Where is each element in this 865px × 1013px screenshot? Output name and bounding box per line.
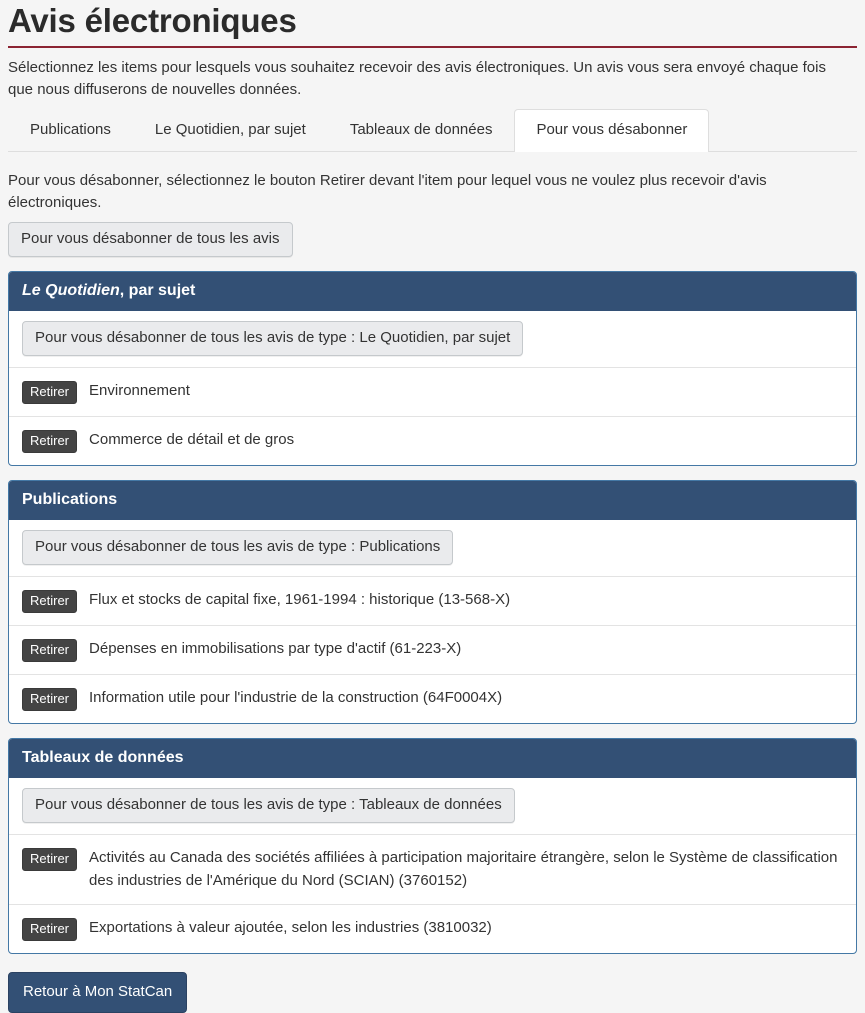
page-container: Avis électroniques Sélectionnez les item… xyxy=(0,0,865,1013)
panel-header-label: Tableaux de données xyxy=(22,749,184,766)
subscription-label: Activités au Canada des sociétés affilié… xyxy=(89,849,838,889)
subscription-label: Exportations à valeur ajoutée, selon les… xyxy=(89,919,492,936)
subscription-label: Flux et stocks de capital fixe, 1961-199… xyxy=(89,591,511,608)
intro-paragraph: Sélectionnez les items pour lesquels vou… xyxy=(8,59,826,98)
panel-header-label: , par sujet xyxy=(119,282,196,299)
subscription-row: Retirer Commerce de détail et de gros xyxy=(9,417,856,465)
tab-list: Publications Le Quotidien, par sujet Table… xyxy=(8,109,857,152)
subscription-label: Dépenses en immobilisations par type d'a… xyxy=(89,640,462,657)
remove-subscription-button[interactable]: Retirer xyxy=(22,381,78,404)
footer-actions: Retour à Mon StatCan xyxy=(8,972,857,1013)
remove-button-wrap: Retirer xyxy=(22,686,78,711)
tab-3[interactable]: Tableaux de données xyxy=(328,109,515,151)
subscription-row: Retirer Flux et stocks de capital fixe, 1… xyxy=(9,577,856,626)
tab-1[interactable]: Publications xyxy=(8,109,133,151)
title-underline-rule xyxy=(8,46,857,48)
remove-button-wrap: Retirer xyxy=(22,916,78,941)
notification-panel: Tableaux de données Pour vous désabonner … xyxy=(8,738,857,954)
remove-subscription-button[interactable]: Retirer xyxy=(22,688,78,711)
subscription-row: Retirer Activités au Canada des sociétés … xyxy=(9,835,856,905)
unsubscribe-all-button[interactable]: Pour vous désabonner de tous les avis xyxy=(8,222,293,257)
remove-button-wrap: Retirer xyxy=(22,428,78,453)
remove-subscription-button[interactable]: Retirer xyxy=(22,590,78,613)
panels-container: Le Quotidien, par sujet Pour vous désabon… xyxy=(8,271,857,954)
subscription-row: Retirer Dépenses en immobilisations par t… xyxy=(9,626,856,675)
remove-button-wrap: Retirer xyxy=(22,637,78,662)
notification-panel: Le Quotidien, par sujet Pour vous désabon… xyxy=(8,271,857,466)
remove-subscription-button[interactable]: Retirer xyxy=(22,848,78,871)
subscription-row: Retirer Environnement xyxy=(9,368,856,417)
panel-header-italic: Le Quotidien xyxy=(22,282,120,299)
panel-action-row: Pour vous désabonner de tous les avis de… xyxy=(9,311,856,368)
subscription-label: Information utile pour l'industrie de la… xyxy=(89,689,503,706)
tab-2[interactable]: Le Quotidien, par sujet xyxy=(133,109,328,151)
unsubscribe-group-button[interactable]: Pour vous désabonner de tous les avis de… xyxy=(22,321,524,356)
panel-header-label: Publications xyxy=(22,491,118,508)
remove-button-wrap: Retirer xyxy=(22,588,78,613)
panel-action-row: Pour vous désabonner de tous les avis de… xyxy=(9,778,856,835)
back-to-my-statcan-button[interactable]: Retour à Mon StatCan xyxy=(8,972,188,1013)
subscription-row: Retirer Exportations à valeur ajoutée, se… xyxy=(9,905,856,953)
panel-header: Le Quotidien, par sujet xyxy=(9,272,856,311)
subscription-row: Retirer Information utile pour l'industri… xyxy=(9,675,856,723)
unsubscribe-instructions: Pour vous désabonner, sélectionnez le bo… xyxy=(8,172,767,211)
tab-4[interactable]: Pour vous désabonner xyxy=(514,109,710,152)
remove-subscription-button[interactable]: Retirer xyxy=(22,918,78,941)
remove-button-wrap: Retirer xyxy=(22,379,78,404)
panel-action-row: Pour vous désabonner de tous les avis de… xyxy=(9,520,856,577)
subscription-label: Commerce de détail et de gros xyxy=(89,431,295,448)
unsubscribe-group-button[interactable]: Pour vous désabonner de tous les avis de… xyxy=(22,530,454,565)
remove-subscription-button[interactable]: Retirer xyxy=(22,430,78,453)
remove-subscription-button[interactable]: Retirer xyxy=(22,639,78,662)
remove-button-wrap: Retirer xyxy=(22,846,78,871)
subscription-label: Environnement xyxy=(89,382,190,399)
page-title: Avis électroniques xyxy=(8,2,297,39)
notification-panel: Publications Pour vous désabonner de tous… xyxy=(8,480,857,724)
unsubscribe-group-button[interactable]: Pour vous désabonner de tous les avis de… xyxy=(22,788,515,823)
panel-header: Tableaux de données xyxy=(9,739,856,778)
panel-header: Publications xyxy=(9,481,856,520)
